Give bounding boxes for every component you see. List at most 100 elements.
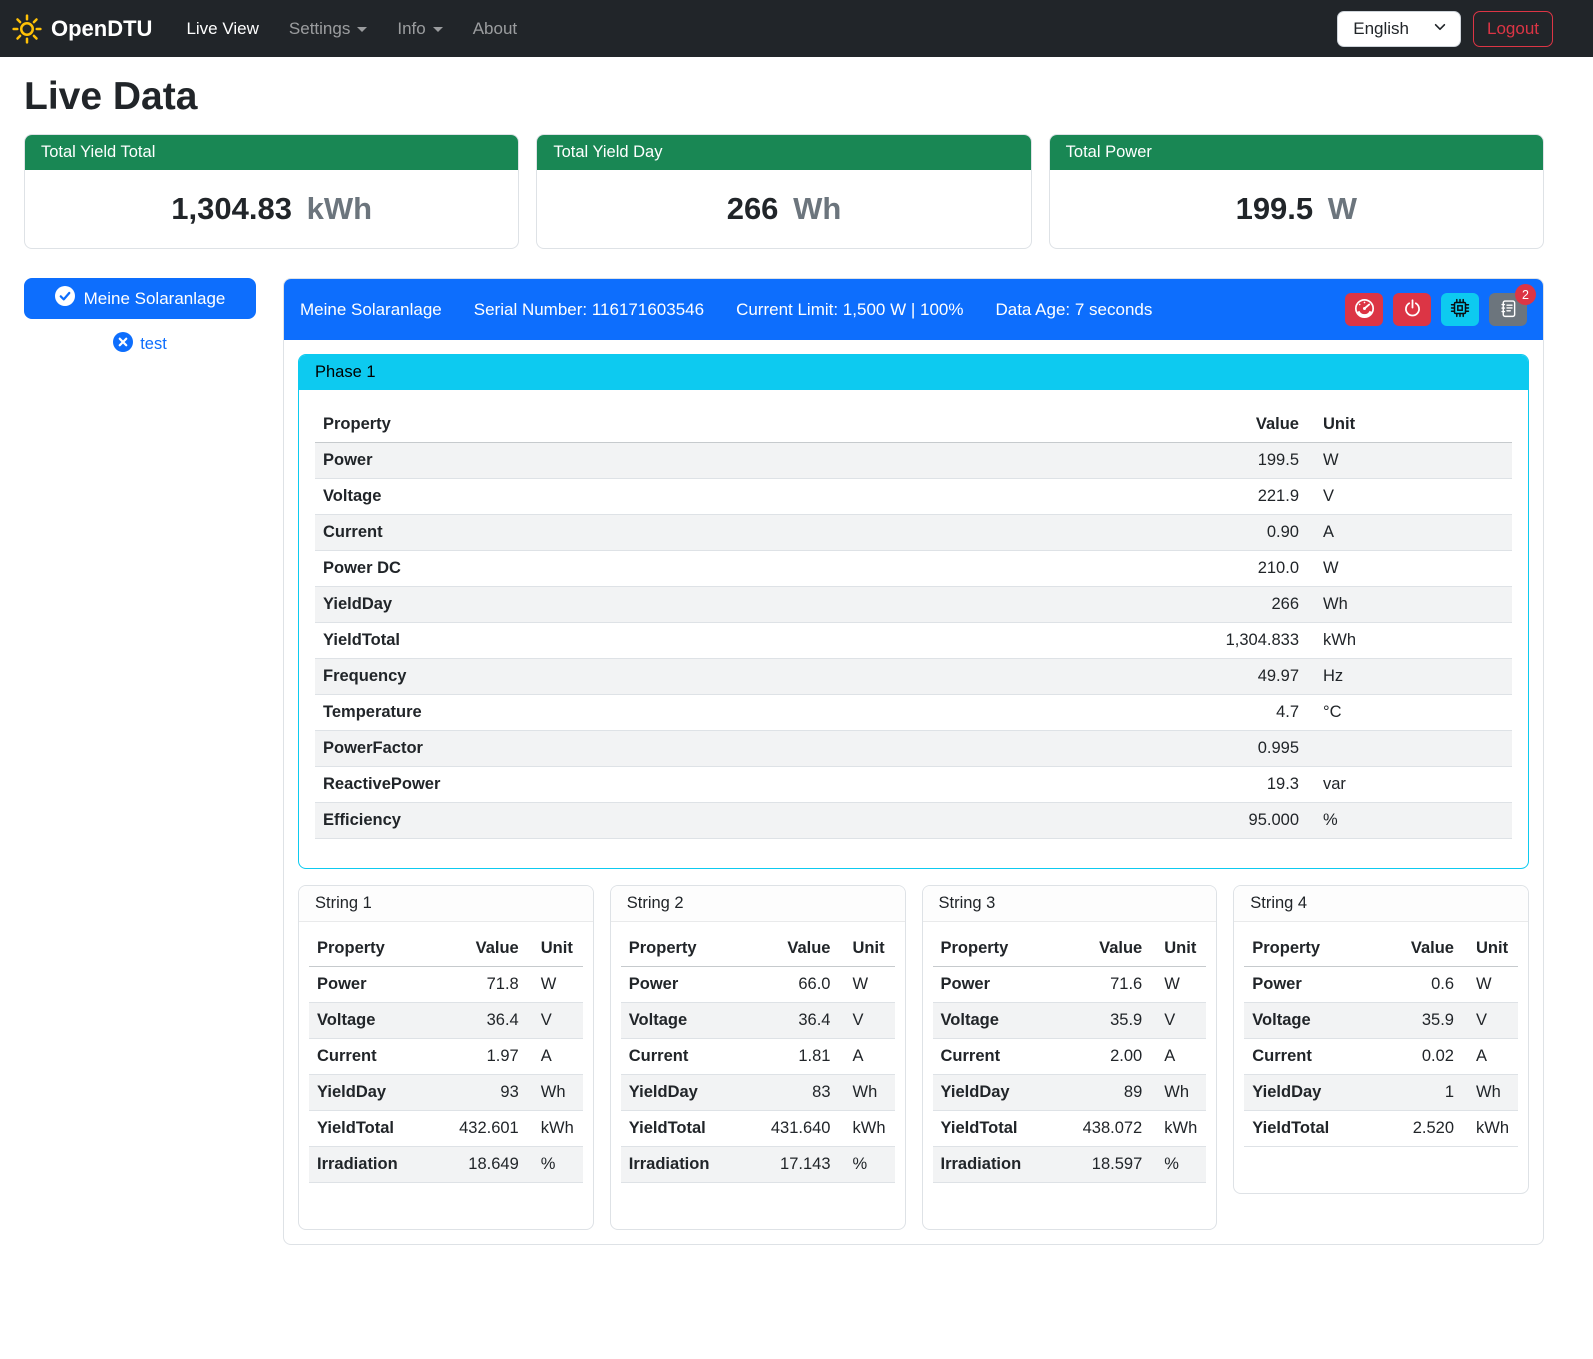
inverter-serial: Serial Number: 116171603546: [474, 300, 704, 320]
table-row: Current0.90A: [315, 515, 1512, 551]
table-row: Irradiation18.597%: [933, 1147, 1207, 1183]
string-1-table: Property Value Unit Power71.8WVoltage36.…: [309, 931, 583, 1183]
value-cell: 83: [759, 1075, 839, 1111]
value-cell: 438.072: [1070, 1111, 1150, 1147]
power-toggle-button[interactable]: [1393, 293, 1431, 326]
unit-cell: A: [1462, 1039, 1518, 1075]
value-cell: 18.649: [447, 1147, 527, 1183]
table-row: YieldDay266Wh: [315, 587, 1512, 623]
brand[interactable]: OpenDTU: [12, 14, 152, 44]
value-cell: 1,304.833: [1187, 623, 1307, 659]
value-cell: 266: [1187, 587, 1307, 623]
table-header-row: Property Value Unit: [933, 931, 1207, 967]
table-row: YieldDay83Wh: [621, 1075, 895, 1111]
value-cell: 432.601: [447, 1111, 527, 1147]
value-cell: 95.000: [1187, 803, 1307, 839]
total-power-unit: W: [1328, 191, 1357, 226]
nav-item-settings[interactable]: Settings: [289, 19, 367, 39]
inverter-card-header: Meine Solaranlage Serial Number: 1161716…: [284, 279, 1543, 340]
table-row: Voltage36.4V: [621, 1003, 895, 1039]
table-row: Irradiation17.143%: [621, 1147, 895, 1183]
inverter-sidebar: Meine Solaranlage test: [24, 278, 256, 357]
property-cell: Voltage: [315, 479, 1187, 515]
value-cell: 4.7: [1187, 695, 1307, 731]
caret-down-icon: [433, 27, 443, 32]
inverter-select-button[interactable]: Meine Solaranlage: [24, 278, 256, 319]
table-head: Property Value Unit: [315, 407, 1512, 443]
property-cell: Current: [315, 515, 1187, 551]
string-1-header: String 1: [299, 886, 593, 922]
table-row: Voltage35.9V: [933, 1003, 1207, 1039]
card-total-yield-total: Total Yield Total 1,304.83 kWh: [24, 134, 519, 249]
value-cell: 0.995: [1187, 731, 1307, 767]
property-cell: YieldTotal: [933, 1111, 1071, 1147]
unit-cell: kWh: [1462, 1111, 1518, 1147]
device-info-button[interactable]: [1441, 293, 1479, 326]
column-value: Value: [447, 931, 527, 967]
logout-button[interactable]: Logout: [1473, 11, 1553, 47]
unit-cell: A: [527, 1039, 583, 1075]
language-select-value: English: [1353, 19, 1409, 39]
value-cell: 71.6: [1070, 967, 1150, 1003]
brand-label: OpenDTU: [51, 16, 152, 42]
total-yield-day-value: 266: [727, 191, 779, 226]
string-2-card: String 2 Property Value Unit: [610, 885, 906, 1230]
table-row: Current0.02A: [1244, 1039, 1518, 1075]
unit-cell: Wh: [1462, 1075, 1518, 1111]
value-cell: 35.9: [1070, 1003, 1150, 1039]
table-body: Power71.8WVoltage36.4VCurrent1.97AYieldD…: [309, 967, 583, 1183]
inverter-item-test[interactable]: test: [24, 332, 256, 357]
unit-cell: kWh: [839, 1111, 895, 1147]
table-body: Power199.5WVoltage221.9VCurrent0.90APowe…: [315, 443, 1512, 839]
unit-cell: Wh: [839, 1075, 895, 1111]
main-row: Meine Solaranlage test Meine Solaranlage…: [24, 278, 1544, 1245]
table-row: YieldTotal438.072kWh: [933, 1111, 1207, 1147]
x-circle-icon: [113, 332, 133, 357]
event-log-button[interactable]: 2: [1489, 293, 1527, 326]
column-value: Value: [759, 931, 839, 967]
property-cell: ReactivePower: [315, 767, 1187, 803]
unit-cell: %: [527, 1147, 583, 1183]
table-row: Temperature4.7°C: [315, 695, 1512, 731]
table-row: Power199.5W: [315, 443, 1512, 479]
property-cell: Irradiation: [309, 1147, 447, 1183]
property-cell: Frequency: [315, 659, 1187, 695]
column-property: Property: [309, 931, 447, 967]
table-row: Power71.6W: [933, 967, 1207, 1003]
table-body: Power0.6WVoltage35.9VCurrent0.02AYieldDa…: [1244, 967, 1518, 1147]
column-unit: Unit: [527, 931, 583, 967]
property-cell: Power: [309, 967, 447, 1003]
column-unit: Unit: [1307, 407, 1512, 443]
value-cell: 1.97: [447, 1039, 527, 1075]
table-row: Voltage36.4V: [309, 1003, 583, 1039]
unit-cell: V: [839, 1003, 895, 1039]
nav-item-live-view[interactable]: Live View: [186, 19, 258, 39]
unit-cell: kWh: [1150, 1111, 1206, 1147]
property-cell: YieldTotal: [315, 623, 1187, 659]
value-cell: 199.5: [1187, 443, 1307, 479]
inverter-select-label: Meine Solaranlage: [84, 289, 226, 309]
value-cell: 36.4: [447, 1003, 527, 1039]
property-cell: YieldDay: [933, 1075, 1071, 1111]
string-1-card: String 1 Property Value Unit: [298, 885, 594, 1230]
summary-row: Total Yield Total 1,304.83 kWh Total Yie…: [24, 134, 1544, 249]
column-property: Property: [621, 931, 759, 967]
unit-cell: %: [1307, 803, 1512, 839]
property-cell: Power DC: [315, 551, 1187, 587]
unit-cell: kWh: [527, 1111, 583, 1147]
table-row: Power66.0W: [621, 967, 895, 1003]
card-body: 1,304.83 kWh: [25, 170, 518, 248]
table-head: Property Value Unit: [309, 931, 583, 967]
string-4-table: Property Value Unit Power0.6WVoltage35.9…: [1244, 931, 1518, 1147]
table-header-row: Property Value Unit: [309, 931, 583, 967]
language-select[interactable]: English: [1337, 11, 1461, 47]
unit-cell: A: [1307, 515, 1512, 551]
value-cell: 35.9: [1382, 1003, 1462, 1039]
property-cell: Irradiation: [933, 1147, 1071, 1183]
phase-1-header: Phase 1: [299, 355, 1528, 390]
event-count-badge: 2: [1515, 284, 1536, 305]
table-row: YieldTotal432.601kWh: [309, 1111, 583, 1147]
nav-item-about[interactable]: About: [473, 19, 517, 39]
limit-settings-button[interactable]: [1345, 293, 1383, 326]
nav-item-info[interactable]: Info: [397, 19, 442, 39]
